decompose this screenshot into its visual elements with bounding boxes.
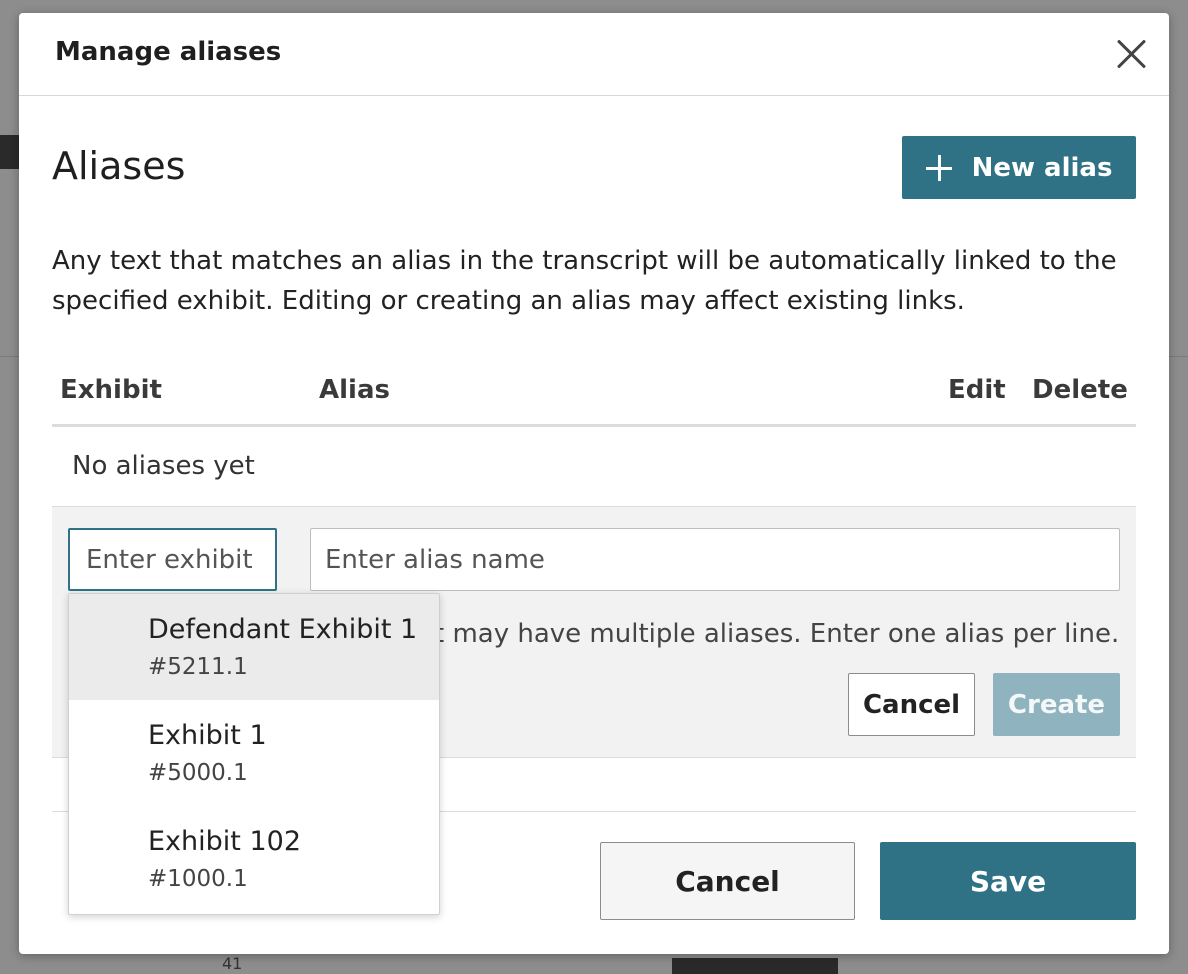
aliases-description: Any text that matches an alias in the tr… — [52, 246, 1117, 316]
exhibit-option-id: #5000.1 — [148, 760, 248, 786]
modal-header: Manage aliases — [19, 13, 1169, 96]
cancel-button[interactable]: Cancel — [600, 842, 855, 920]
create-button[interactable]: Create — [993, 673, 1120, 736]
exhibit-option-id: #5211.1 — [148, 654, 248, 680]
column-header-delete: Delete — [1032, 375, 1128, 405]
aliases-heading: Aliases — [52, 144, 186, 188]
backdrop-dark-bar — [672, 958, 838, 974]
exhibit-input[interactable] — [68, 528, 277, 591]
alias-hint-text: t may have multiple aliases. Enter one a… — [434, 619, 1120, 649]
backdrop-dark-bar — [0, 135, 19, 169]
alias-name-input[interactable] — [310, 528, 1120, 591]
plus-icon — [925, 154, 952, 181]
new-alias-label: New alias — [971, 152, 1113, 183]
column-header-edit: Edit — [948, 375, 1006, 405]
modal-title: Manage aliases — [55, 37, 282, 67]
exhibit-option[interactable]: Exhibit 102 #1000.1 — [69, 806, 439, 912]
backdrop-divider — [1169, 356, 1188, 357]
exhibit-option-name: Exhibit 102 — [148, 826, 301, 857]
column-header-alias: Alias — [319, 375, 390, 405]
exhibit-option-name: Defendant Exhibit 1 — [148, 614, 418, 645]
save-button[interactable]: Save — [880, 842, 1136, 920]
close-icon[interactable] — [1113, 35, 1149, 71]
empty-state-text: No aliases yet — [72, 451, 255, 481]
new-alias-button[interactable]: New alias — [902, 136, 1136, 199]
create-cancel-button[interactable]: Cancel — [848, 673, 975, 736]
column-header-exhibit: Exhibit — [60, 375, 162, 405]
backdrop-page-number: 41 — [222, 954, 243, 973]
empty-state-row: No aliases yet — [52, 427, 1136, 507]
exhibit-option-name: Exhibit 1 — [148, 720, 267, 751]
aliases-table-header: Exhibit Alias Edit Delete — [52, 369, 1136, 427]
exhibit-option[interactable]: Exhibit 1 #5000.1 — [69, 700, 439, 806]
backdrop-divider — [0, 356, 19, 357]
manage-aliases-modal: Manage aliases Aliases New alias Any tex… — [19, 13, 1169, 954]
exhibit-dropdown: Defendant Exhibit 1 #5211.1 Exhibit 1 #5… — [68, 593, 440, 915]
exhibit-option-id: #1000.1 — [148, 866, 248, 892]
exhibit-option[interactable]: Defendant Exhibit 1 #5211.1 — [69, 594, 439, 700]
